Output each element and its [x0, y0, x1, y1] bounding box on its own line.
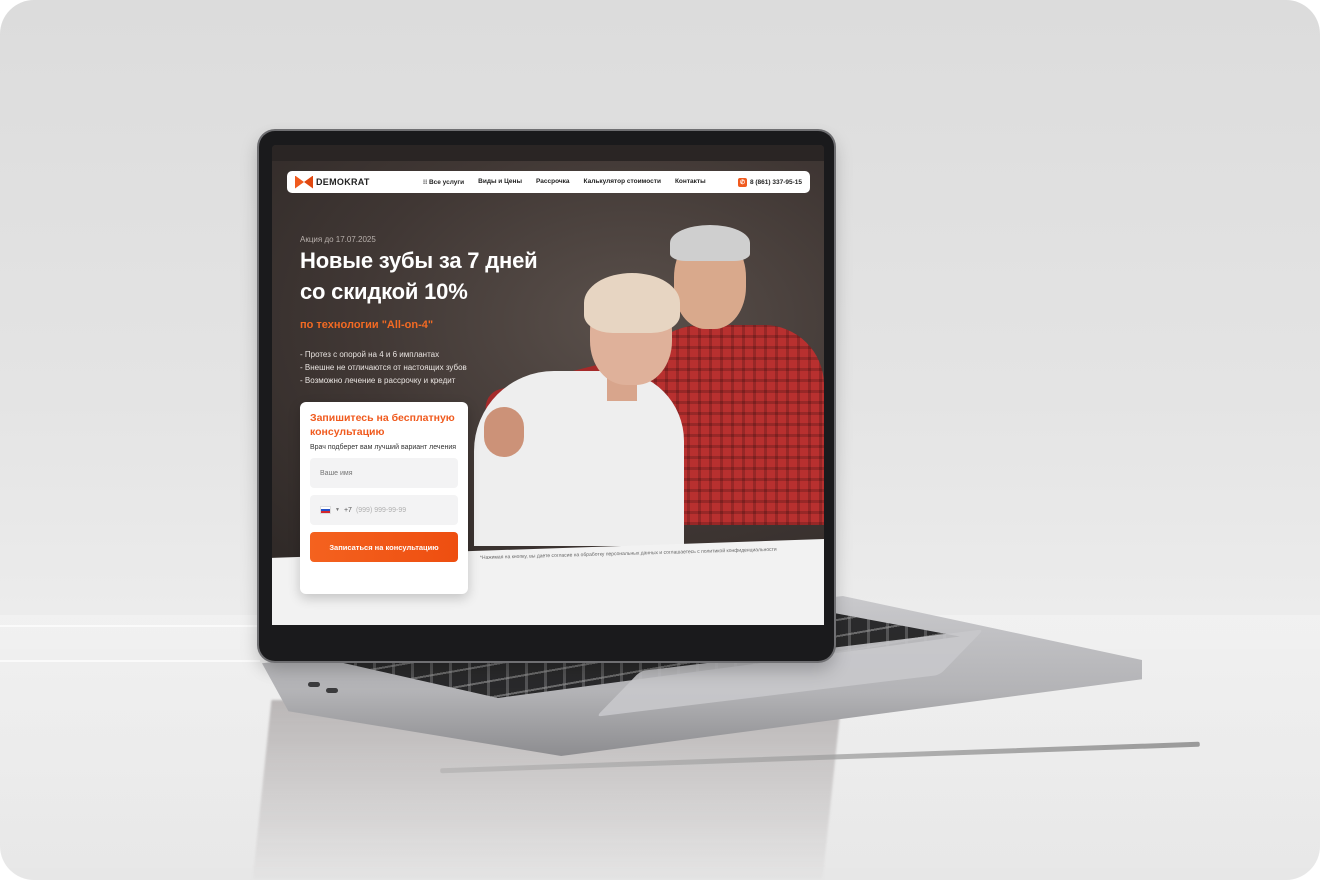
- consultation-form: Запишитесь на бесплатную консультацию Вр…: [300, 402, 468, 594]
- laptop-screen: DEMOKRAT ⁝⁝ Все услуги Виды и Цены Расср…: [272, 145, 824, 625]
- logo-mark-icon: [295, 175, 313, 189]
- site-header: DEMOKRAT ⁝⁝ Все услуги Виды и Цены Расср…: [287, 171, 810, 193]
- nav-links: ⁝⁝ Все услуги Виды и Цены Рассрочка Каль…: [423, 178, 706, 186]
- nav-link-label: Все услуги: [428, 179, 465, 186]
- benefit-item: - Протез с опорой на 4 и 6 имплантах: [300, 350, 440, 359]
- nav-installment[interactable]: Рассрочка: [536, 178, 570, 186]
- logo[interactable]: DEMOKRAT: [295, 175, 423, 189]
- benefit-item: - Внешне не отличаются от настоящих зубо…: [300, 362, 467, 372]
- logo-text: DEMOKRAT: [316, 177, 370, 187]
- name-input[interactable]: [310, 458, 458, 489]
- usb-port: [326, 688, 338, 693]
- nav-contacts[interactable]: Контакты: [675, 178, 706, 186]
- phone-number: 8 (861) 337-95-15: [749, 178, 802, 186]
- menu-bar: [272, 145, 824, 161]
- headline-line-2: со скидкой 10%: [300, 278, 468, 304]
- mockup-background: DEMOKRAT ⁝⁝ Все услуги Виды и Цены Расср…: [0, 0, 1320, 880]
- form-title: Запишитесь на бесплатную консультацию: [310, 412, 455, 438]
- russia-flag-icon: [320, 506, 331, 515]
- submit-button[interactable]: Записаться на консультацию: [310, 532, 458, 563]
- grid-icon: ⁝⁝: [423, 179, 428, 186]
- benefit-item: - Возможно лечение в рассрочку и кредит: [300, 375, 456, 385]
- chevron-down-icon[interactable]: ▼: [335, 507, 340, 513]
- header-phone[interactable]: ✆ 8 (861) 337-95-15: [737, 177, 802, 187]
- hero-headline: Новые зубы за 7 дней со скидкой 10%: [300, 246, 538, 308]
- woman-cardigan: [474, 371, 684, 546]
- nav-calculator[interactable]: Калькулятор стоимости: [584, 178, 661, 186]
- man-hair: [670, 225, 750, 261]
- nav-types-prices[interactable]: Виды и Цены: [478, 178, 522, 186]
- phone-icon: ✆: [737, 177, 747, 187]
- phone-input[interactable]: ▼ +7 (999) 999-99-99: [310, 495, 458, 526]
- man-hand: [484, 407, 524, 457]
- headline-line-1: Новые зубы за 7 дней: [300, 248, 538, 273]
- benefits-list: - Протез с опорой на 4 и 6 имплантах - В…: [300, 349, 467, 387]
- usb-port: [308, 682, 320, 687]
- form-subtitle: Врач подберет вам лучший вариант лечения: [310, 444, 457, 452]
- nav-all-services[interactable]: ⁝⁝ Все услуги: [423, 178, 464, 186]
- promo-deadline: Акция до 17.07.2025: [300, 235, 376, 244]
- woman-hair: [584, 273, 680, 333]
- phone-placeholder: (999) 999-99-99: [355, 506, 407, 514]
- phone-country-code: +7: [343, 506, 352, 514]
- technology-subtitle: по технологии "All-on-4": [300, 319, 434, 331]
